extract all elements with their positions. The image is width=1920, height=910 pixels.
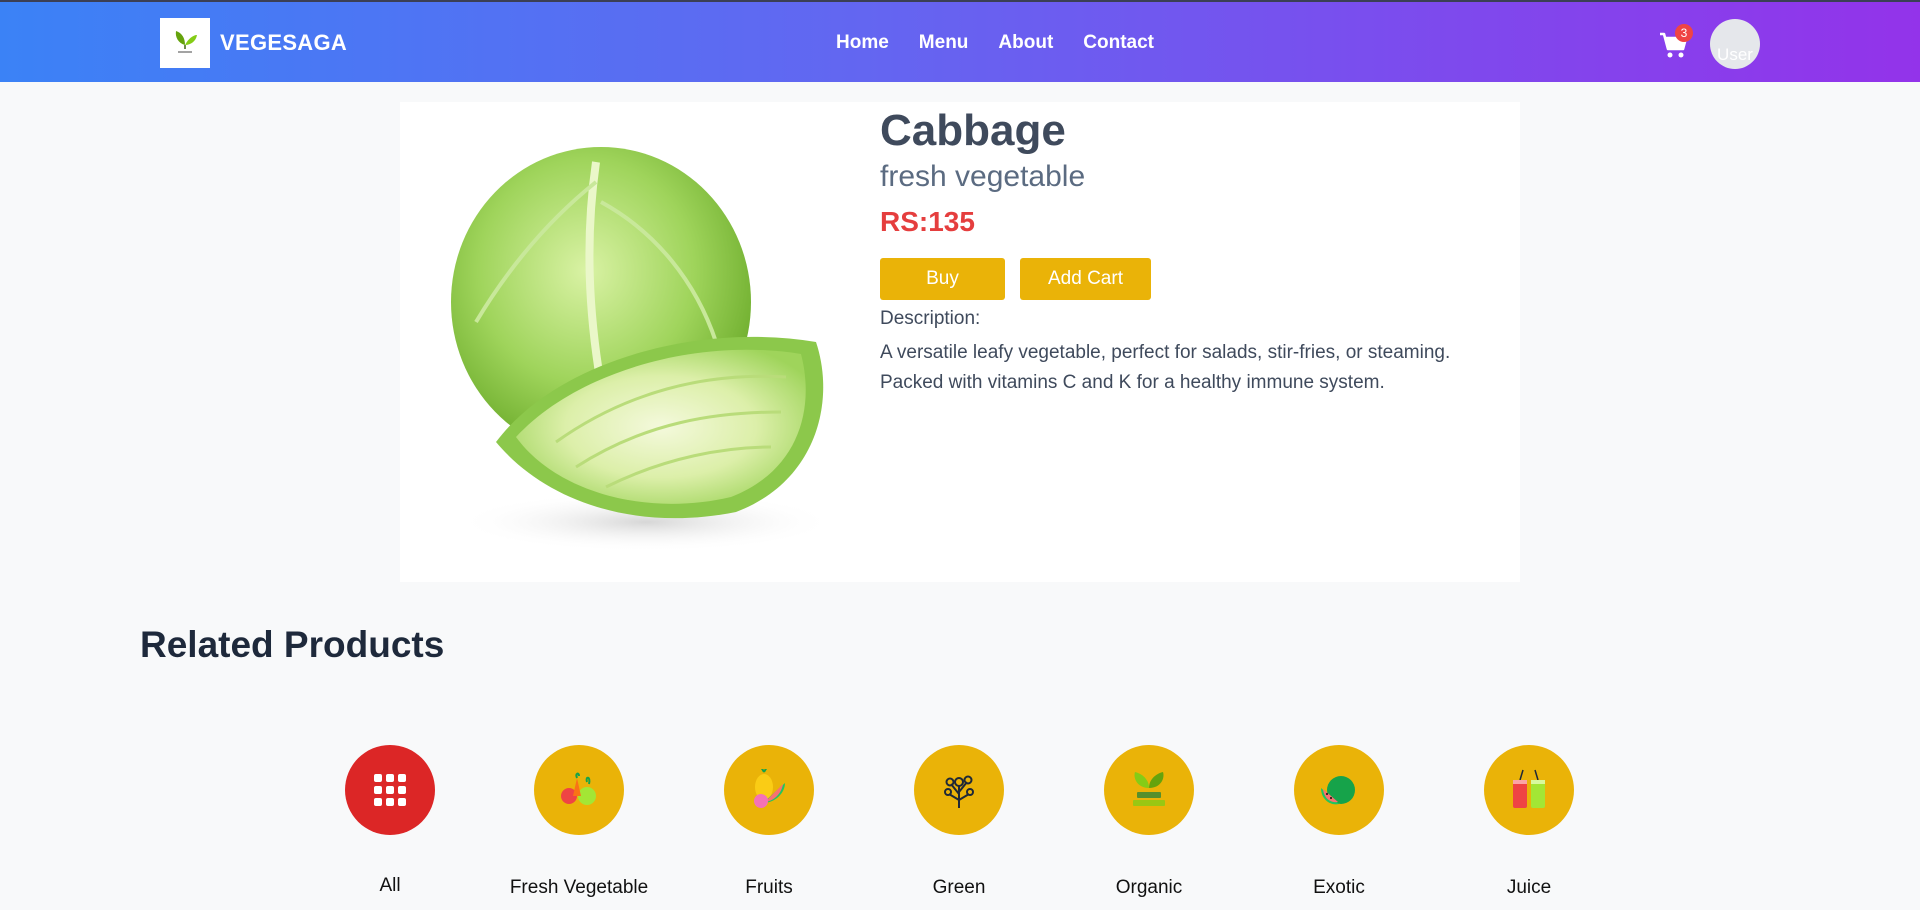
related-products-heading: Related Products — [140, 624, 445, 665]
nav-link-home[interactable]: Home — [836, 32, 889, 54]
category-circle — [1294, 745, 1384, 835]
cart-button[interactable]: 3 — [1659, 24, 1693, 60]
nav-link-about[interactable]: About — [998, 32, 1053, 54]
cart-count-badge: 3 — [1675, 24, 1693, 42]
fruits-icon — [754, 769, 785, 808]
leaf-logo-icon — [175, 31, 197, 53]
logo[interactable] — [160, 18, 210, 68]
category-all-circle — [345, 745, 435, 835]
category-list: All Fresh Vegetable Fruits Green Organic… — [0, 745, 1920, 910]
category-circle — [534, 745, 624, 835]
category-label: Exotic — [1313, 877, 1365, 898]
category-green[interactable]: Green — [884, 745, 1034, 899]
product-subtitle: fresh vegetable — [880, 160, 1086, 193]
category-circle — [1104, 745, 1194, 835]
category-label: Green — [932, 877, 986, 898]
juice-icon — [1513, 769, 1545, 808]
watermelon-icon — [1321, 776, 1355, 805]
vegetables-icon — [561, 772, 596, 805]
category-label: Fresh Vegetable — [509, 877, 649, 898]
category-circle — [1484, 745, 1574, 835]
nav-link-menu[interactable]: Menu — [919, 32, 969, 54]
category-all[interactable]: All — [315, 745, 465, 897]
top-navbar: VEGESAGA Home Menu About Contact 3 User — [0, 0, 1920, 82]
category-exotic[interactable]: Exotic — [1264, 745, 1414, 899]
category-circle — [724, 745, 814, 835]
description-label: Description: — [880, 308, 981, 329]
greens-icon — [944, 775, 974, 808]
organic-icon — [1133, 772, 1165, 806]
category-label: All — [379, 875, 401, 896]
product-title: Cabbage — [880, 106, 1066, 155]
user-avatar[interactable]: User — [1710, 19, 1760, 69]
category-label: Organic — [1115, 877, 1183, 898]
category-label: Juice — [1506, 877, 1552, 898]
product-card: Cabbage fresh vegetable RS:135 Buy Add C… — [400, 102, 1520, 582]
category-fruits[interactable]: Fruits — [694, 745, 844, 899]
category-organic[interactable]: Organic — [1074, 745, 1224, 899]
cabbage-image — [451, 147, 836, 552]
grid-icon — [374, 774, 406, 806]
category-label: Fruits — [745, 877, 793, 898]
nav-link-contact[interactable]: Contact — [1083, 32, 1154, 54]
product-price: RS:135 — [880, 206, 975, 237]
description-text: A versatile leafy vegetable, perfect for… — [880, 342, 1451, 393]
category-circle — [914, 745, 1004, 835]
avatar-alt-text: User — [1717, 45, 1753, 64]
nav-links: Home Menu About Contact — [836, 32, 1154, 54]
brand-name[interactable]: VEGESAGA — [220, 30, 347, 56]
add-cart-button[interactable]: Add Cart — [1020, 258, 1151, 300]
category-juice[interactable]: Juice — [1454, 745, 1604, 899]
category-fresh-vegetable[interactable]: Fresh Vegetable — [504, 745, 654, 899]
buy-button[interactable]: Buy — [880, 258, 1005, 300]
